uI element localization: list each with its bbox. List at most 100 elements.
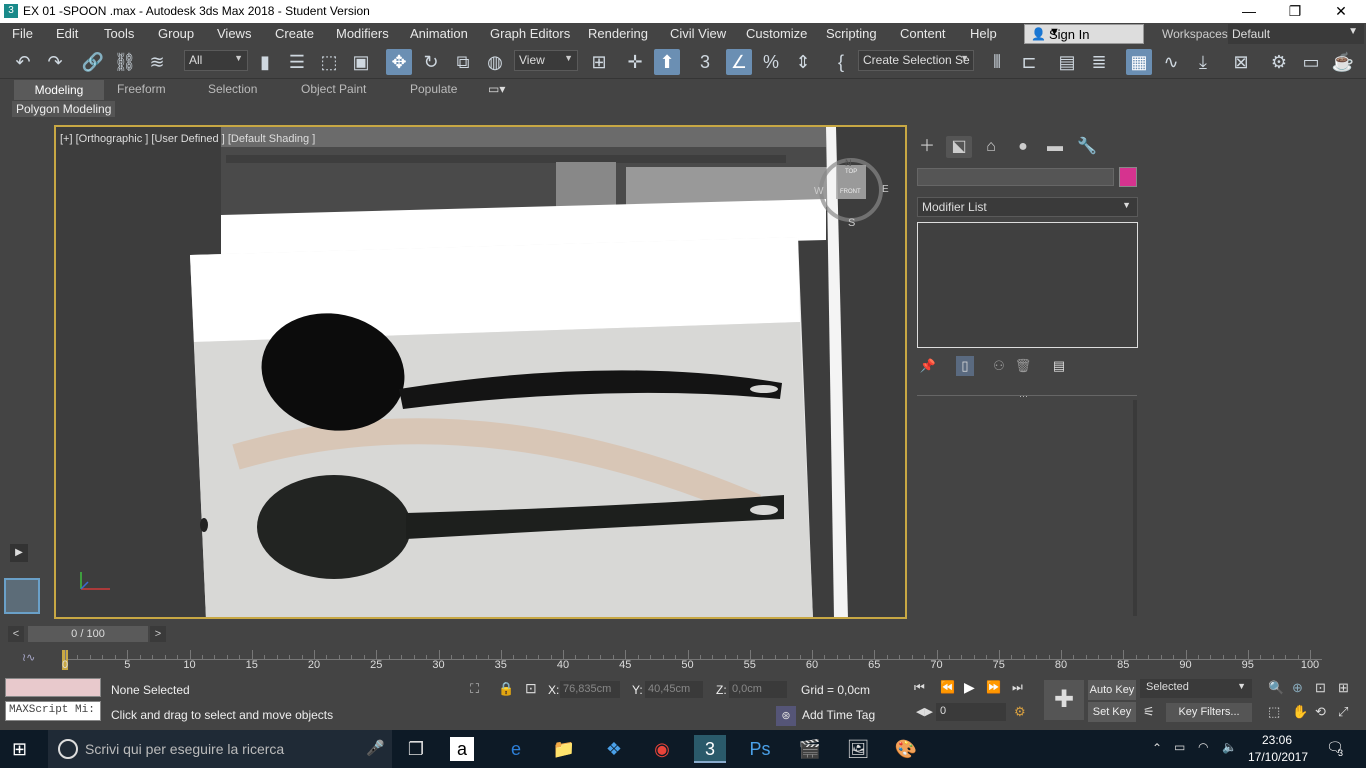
tab-freeform[interactable]: Freeform [117,82,166,96]
select-and-rotate-icon[interactable]: ↻ [418,49,444,75]
field-of-view-icon[interactable]: ⬚ [1268,704,1280,720]
rendered-frame-window-icon[interactable]: ▭ [1298,49,1324,75]
y-coordinate-field[interactable]: 40,45cm [645,681,703,698]
amazon-icon[interactable]: a [450,737,474,761]
add-time-tag[interactable]: Add Time Tag [802,708,875,722]
viewcube-east[interactable]: E [882,184,889,195]
zoom-extents-all-icon[interactable]: ⊞ [1338,680,1349,696]
named-selection-dropdown[interactable]: Create Selection Se ▼ [858,50,974,71]
reference-coordinate-dropdown[interactable]: View ▼ [514,50,578,71]
set-key-button[interactable]: Set Key [1088,702,1136,722]
viewport-layout-thumb[interactable] [4,578,40,614]
curve-editor-icon[interactable]: ∿ [1158,49,1184,75]
z-coordinate-field[interactable]: 0,0cm [729,681,787,698]
viewport-orthographic[interactable]: [+] [Orthographic ] [User Defined ] [Def… [54,125,907,619]
orbit-icon[interactable]: ⟲ [1315,704,1326,720]
photoshop-icon[interactable]: Ps [744,735,776,763]
viewcube-top-face[interactable]: TOP [845,169,857,175]
zoom-all-icon[interactable]: ⊕ [1292,680,1303,696]
set-keys-button[interactable]: ✚ [1044,680,1084,720]
menu-rendering[interactable]: Rendering [588,26,648,41]
select-by-name-icon[interactable]: ☰ [284,49,310,75]
time-slider[interactable]: < 0 / 100 > [0,624,1366,644]
viewcube-north[interactable]: N [845,158,852,168]
time-slider-prev[interactable]: < [8,626,24,642]
maximize-button[interactable]: ❐ [1272,0,1318,23]
zoom-icon[interactable]: 🔍 [1268,680,1284,696]
x-coordinate-field[interactable]: 76,835cm [560,681,620,698]
time-tag-icon[interactable]: ⊛ [776,706,796,726]
dropbox-icon[interactable]: ❖ [598,735,630,763]
3dsmax-taskbar-icon[interactable]: 3 [694,735,726,763]
go-to-start-icon[interactable]: ⏮ [914,680,925,695]
menu-civil-view[interactable]: Civil View [670,26,726,41]
configure-modifier-sets-icon[interactable]: ▤ [1050,356,1068,376]
keyboard-shortcut-override-icon[interactable]: ⬆ [654,49,680,75]
select-and-move-icon[interactable]: ✥ [386,49,412,75]
modify-tab-icon[interactable]: ⬕ [946,136,972,158]
paint-icon[interactable]: 🎨 [890,735,922,763]
menu-scripting[interactable]: Scripting [826,26,877,41]
viewport-label[interactable]: [+] [Orthographic ] [User Defined ] [Def… [60,133,315,145]
key-filters-icon[interactable]: ⚟ [1143,704,1155,720]
battery-icon[interactable]: ▭ [1174,740,1185,754]
percent-snap-icon[interactable]: % [758,49,784,75]
viewcube-west[interactable]: W [814,186,823,197]
menu-group[interactable]: Group [158,26,194,41]
tab-modeling[interactable]: Modeling [14,80,104,100]
schematic-view-icon[interactable]: ⤓ [1190,49,1216,75]
menu-animation[interactable]: Animation [410,26,468,41]
expand-layout-icon[interactable]: ▶ [10,544,28,562]
clock-date[interactable]: 17/10/2017 [1246,750,1310,764]
time-slider-frame[interactable]: 0 / 100 [28,626,148,642]
auto-key-button[interactable]: Auto Key [1088,680,1136,700]
material-editor-icon[interactable]: ⊠ [1228,49,1254,75]
selection-lock-icon[interactable]: 🔒 [498,681,514,697]
microphone-icon[interactable]: 🎤 [366,739,385,757]
previous-frame-icon[interactable]: ⏪ [940,680,955,694]
movie-maker-icon[interactable]: 🎬 [794,735,826,763]
mini-curve-editor-icon[interactable]: ≀∿ [22,651,35,664]
show-hidden-icons[interactable]: ⌃ [1152,741,1162,755]
task-view-icon[interactable]: ❐ [400,735,432,763]
maxscript-listener-mini[interactable] [5,678,101,697]
tab-selection[interactable]: Selection [208,82,257,96]
hierarchy-tab-icon[interactable]: ⌂ [978,136,1004,158]
menu-tools[interactable]: Tools [104,26,134,41]
zoom-extents-icon[interactable]: ⊡ [1315,680,1326,696]
edge-icon[interactable]: e [500,735,532,763]
polygon-modeling-panel[interactable]: Polygon Modeling [12,101,116,117]
pivot-center-icon[interactable]: ⊞ [586,49,612,75]
window-crossing-icon[interactable]: ▣ [348,49,374,75]
next-frame-icon[interactable]: ⏩ [986,680,1001,694]
key-mode-toggle-icon[interactable]: ◀▶ [916,705,933,718]
unlink-icon[interactable]: ⛓ [112,49,138,75]
bind-space-warp-icon[interactable]: ≋ [144,49,170,75]
select-and-place-icon[interactable]: ◍ [482,49,508,75]
pan-view-icon[interactable]: ✋ [1292,704,1308,720]
windows-start-icon[interactable]: ⊞ [12,739,27,760]
edit-named-selection-icon[interactable]: { [828,49,854,75]
modifier-list-dropdown[interactable]: Modifier List ▼ [917,197,1138,217]
workspaces-dropdown[interactable]: Default ▼ [1228,24,1364,44]
current-frame-spinner[interactable]: 0 [936,703,1006,721]
time-configuration-icon[interactable]: ⚙ [1014,704,1026,720]
maxscript-input[interactable]: MAXScript Mi: [5,701,101,721]
close-button[interactable]: ✕ [1318,0,1364,23]
sign-in-dropdown[interactable]: 👤 Sign In ▼ [1024,24,1144,44]
wifi-icon[interactable]: ◠ [1198,740,1208,754]
command-panel-scrollbar[interactable] [1133,400,1137,616]
viewcube-front-face[interactable]: FRONT [840,189,861,195]
key-mode-dropdown[interactable]: Selected ▼ [1140,679,1252,698]
isolate-selection-icon[interactable]: ⛶ [470,681,479,697]
object-name-field[interactable] [917,168,1114,186]
motion-tab-icon[interactable]: ● [1010,136,1036,158]
tab-object-paint[interactable]: Object Paint [301,82,366,96]
remove-modifier-icon[interactable]: 🗑 [1014,356,1032,376]
mirror-icon[interactable]: ⫴ [984,49,1010,75]
create-tab-icon[interactable]: ＋ [914,136,940,158]
menu-help[interactable]: Help [970,26,997,41]
clock-time[interactable]: 23:06 [1248,733,1306,747]
menu-create[interactable]: Create [275,26,314,41]
maximize-viewport-icon[interactable]: ⤢ [1338,704,1348,720]
